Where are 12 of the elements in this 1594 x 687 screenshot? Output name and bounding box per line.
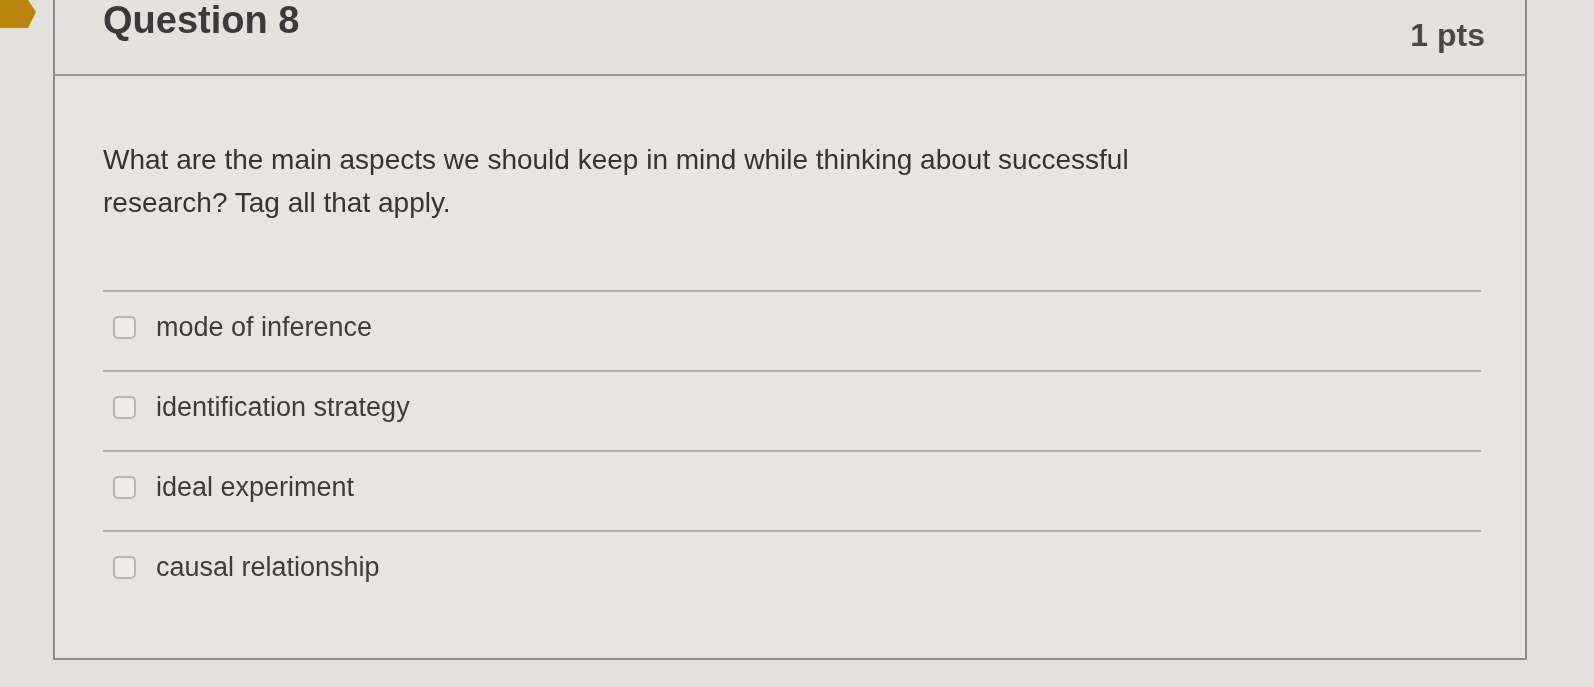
checkbox[interactable] — [113, 315, 136, 339]
answer-label: ideal experiment — [156, 471, 355, 504]
checkbox[interactable] — [113, 475, 136, 499]
points-label: 1 pts — [1410, 16, 1485, 55]
checkbox[interactable] — [113, 555, 136, 579]
answer-label: mode of inference — [156, 311, 373, 344]
question-text: What are the main aspects we should keep in mind while thinking about successful research? Tag all that apply. — [103, 143, 1130, 220]
question-title: Question 8 — [103, 0, 300, 43]
checkbox[interactable] — [113, 395, 136, 419]
flag-marker-icon — [0, 0, 36, 28]
answer-label: identification strategy — [156, 391, 410, 424]
answer-label: causal relationship — [156, 551, 380, 584]
